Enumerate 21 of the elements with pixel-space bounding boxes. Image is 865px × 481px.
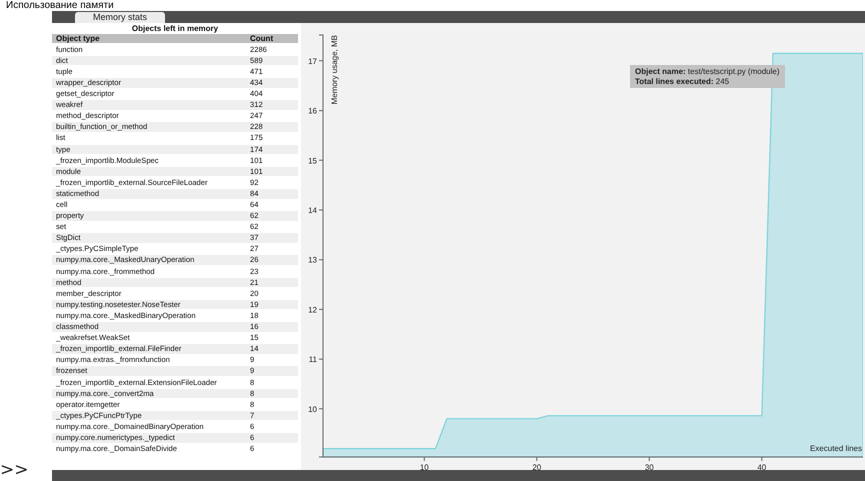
y-tick-label: 11 — [308, 355, 317, 364]
table-header-row: Object type Count — [52, 34, 298, 44]
x-tick-label: 30 — [644, 463, 654, 470]
tooltip-line: Total lines executed: 245 — [635, 76, 730, 86]
table-title: Objects left in memory — [130, 24, 220, 34]
y-tick-label: 17 — [308, 56, 317, 66]
page-heading: Использование памяти — [5, 0, 115, 11]
y-tick-label: 12 — [308, 305, 317, 314]
y-tick-label: 15 — [308, 156, 317, 166]
y-axis-label: Memory usage, MB — [330, 35, 339, 104]
y-tick-label: 13 — [308, 256, 317, 265]
tooltip-line: Object name: test/testscript.py (module) — [635, 67, 780, 76]
tab[interactable]: Memory stats — [75, 12, 166, 23]
x-tick-label: 20 — [532, 463, 542, 470]
y-tick-label: 14 — [308, 206, 317, 215]
x-tick-label: 40 — [757, 463, 766, 470]
expand-toggle[interactable]: >> — [0, 461, 28, 479]
y-tick-label: 16 — [308, 106, 317, 116]
x-axis-label: Executed lines — [810, 444, 862, 453]
y-tick-label: 10 — [308, 404, 317, 414]
x-tick-label: 10 — [420, 463, 429, 470]
